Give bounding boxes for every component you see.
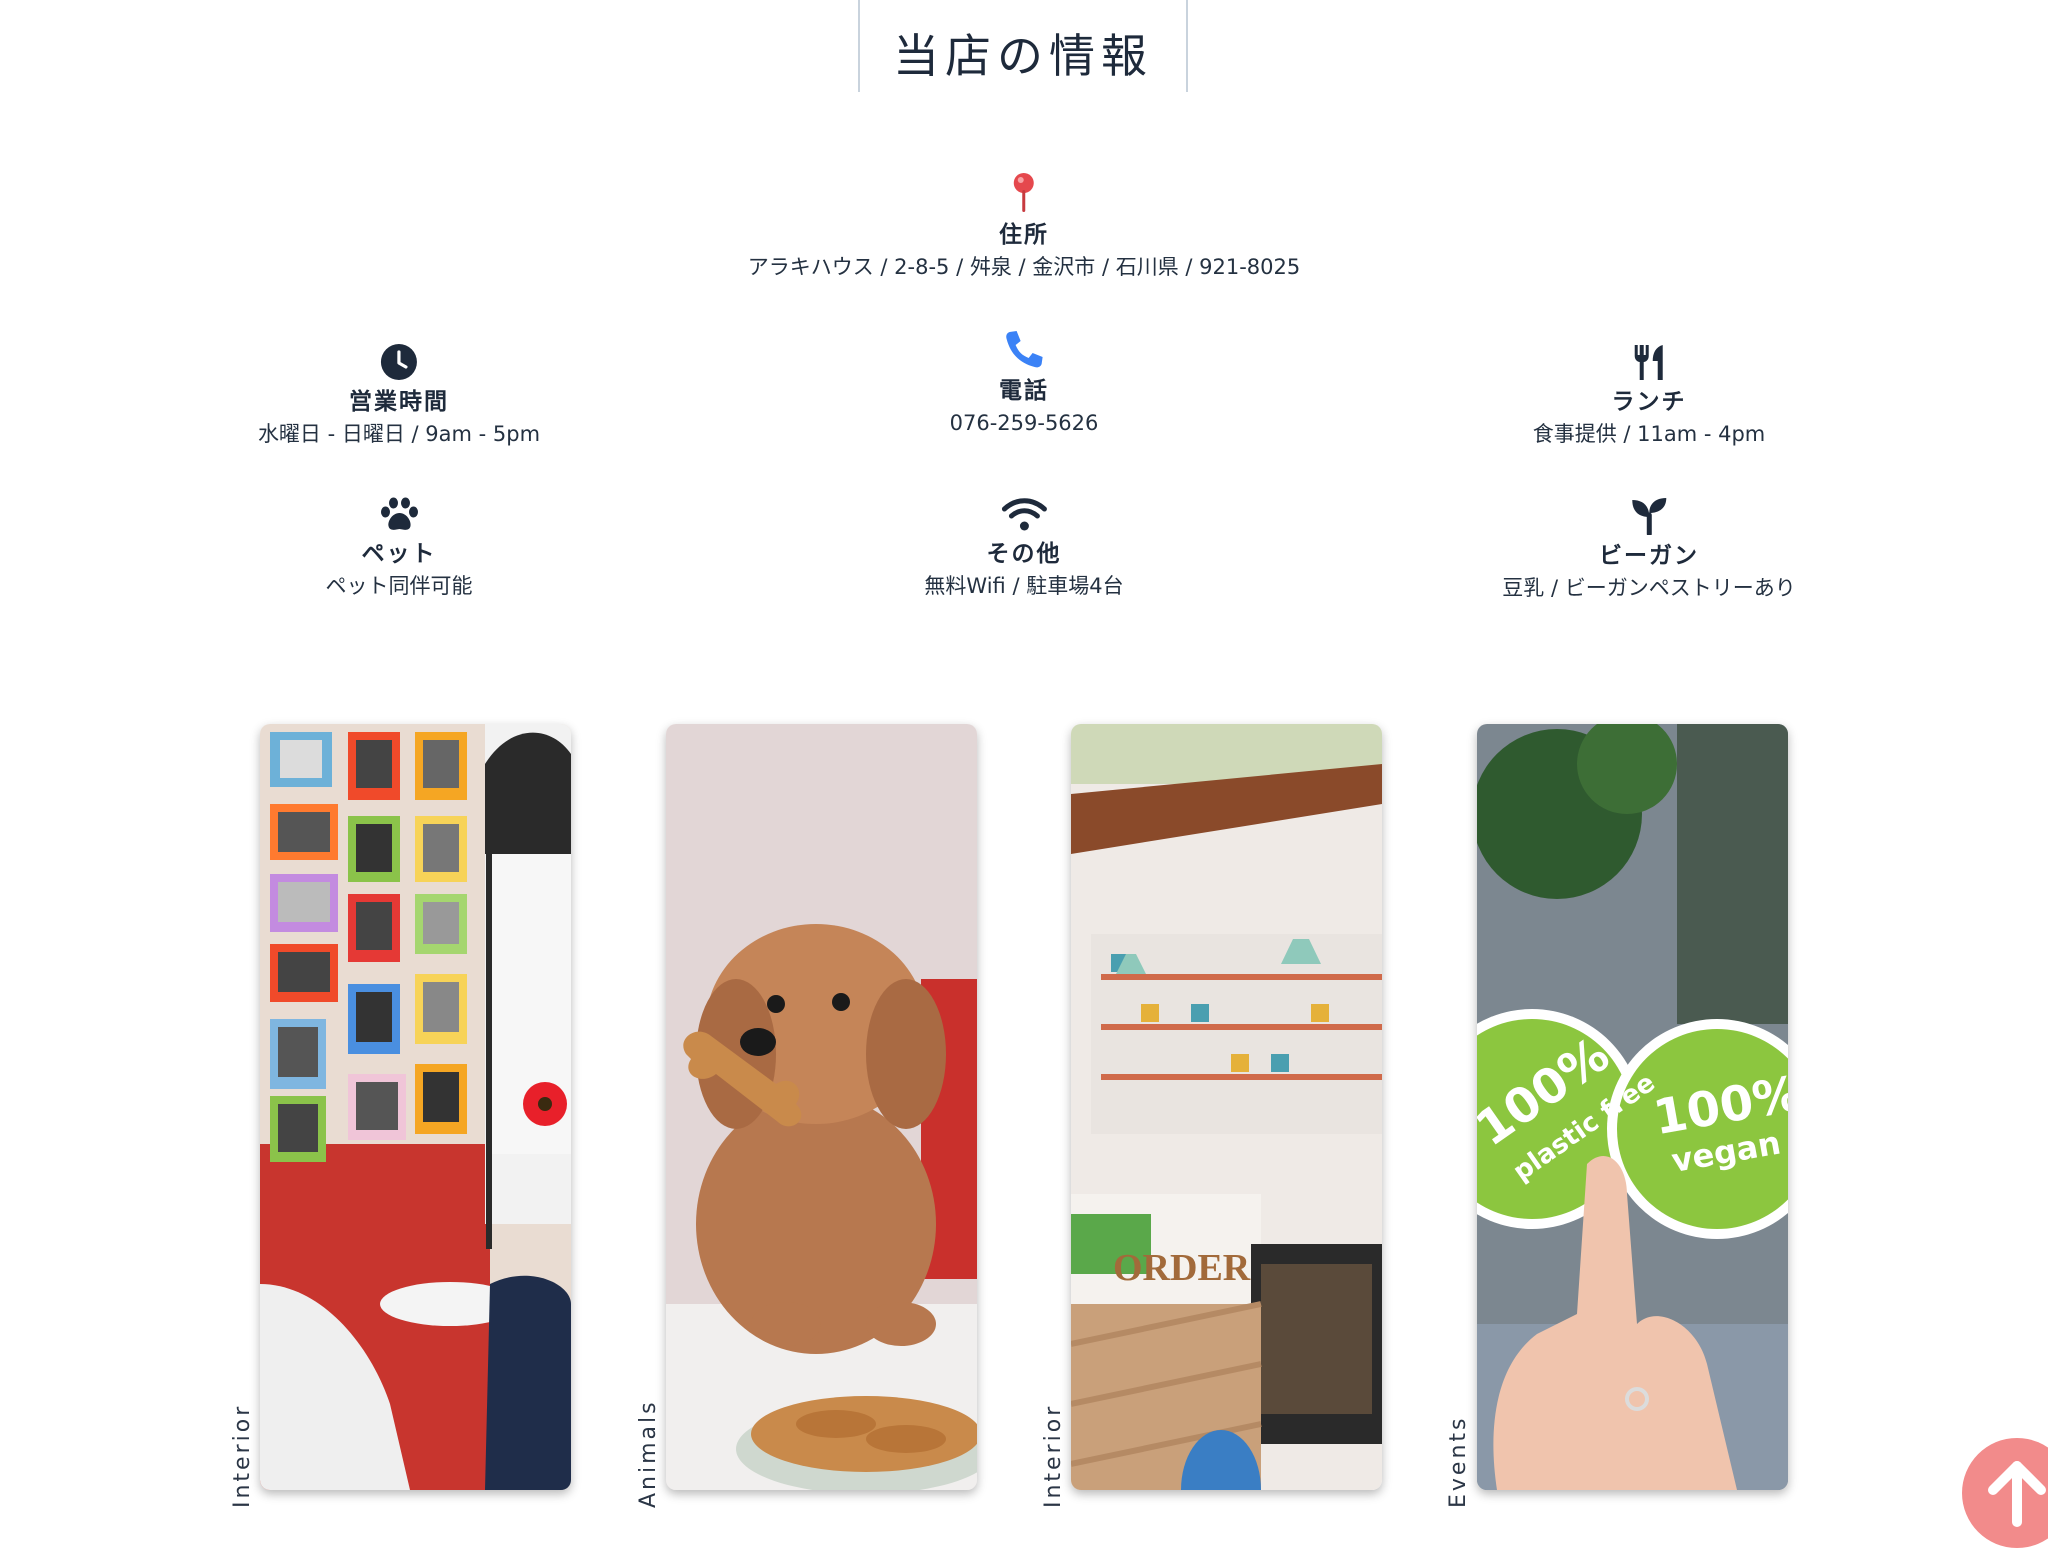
gallery-photo-interior-1[interactable]: [260, 724, 571, 1490]
vegan-value: 豆乳 / ビーガンペストリーあり: [1502, 576, 1796, 600]
lunch-label: ランチ: [1611, 389, 1687, 415]
photo-wall-image: [260, 724, 571, 1490]
hours-value: 水曜日 - 日曜日 / 9am - 5pm: [257, 422, 541, 446]
gallery-label: Animals: [636, 1399, 661, 1508]
gallery-label: Interior: [230, 1403, 255, 1508]
dog-with-biscuit-image: [666, 724, 977, 1490]
map-pin-icon: [1013, 173, 1034, 212]
info-address: 住所 アラキハウス / 2-8-5 / 舛泉 / 金沢市 / 石川県 / 921…: [748, 172, 1300, 284]
info-vegan: ビーガン 豆乳 / ビーガンペストリーあり: [1502, 497, 1796, 605]
section-title-box: 当店の情報: [858, 0, 1188, 92]
hours-label: 営業時間: [349, 389, 449, 415]
address-value: アラキハウス / 2-8-5 / 舛泉 / 金沢市 / 石川県 / 921-80…: [747, 255, 1301, 279]
back-to-top-button[interactable]: [1962, 1438, 2048, 1548]
vegan-label: ビーガン: [1599, 543, 1699, 569]
paw-icon: [380, 497, 418, 530]
order-counter-image: ORDER: [1071, 724, 1382, 1490]
gallery-photo-events[interactable]: 100% plastic free 100% vegan: [1477, 724, 1788, 1490]
info-lunch: ランチ 食事提供 / 11am - 4pm: [1532, 343, 1766, 451]
pets-value: ペット同伴可能: [325, 574, 473, 598]
order-sign-text: ORDER: [1113, 1247, 1251, 1289]
address-label: 住所: [998, 222, 1049, 248]
vegan-stickers-image: 100% plastic free 100% vegan: [1477, 724, 1788, 1490]
gallery-label: Events: [1446, 1415, 1471, 1509]
gallery-label: Interior: [1041, 1403, 1066, 1508]
info-phone[interactable]: 電話 076-259-5626: [950, 328, 1099, 440]
gallery-photo-animals[interactable]: [666, 724, 977, 1490]
info-other: その他 無料Wifi / 駐車場4台: [924, 497, 1124, 603]
wifi-icon: [1001, 498, 1047, 531]
other-label: その他: [986, 541, 1062, 567]
section-title: 当店の情報: [893, 29, 1153, 83]
info-hours: 営業時間 水曜日 - 日曜日 / 9am - 5pm: [258, 343, 540, 451]
store-info-page: 当店の情報 住所 アラキハウス / 2-8-5 / 舛泉 / 金沢市 / 石川県…: [0, 0, 2048, 1550]
utensils-icon: [1635, 345, 1663, 380]
pets-label: ペット: [361, 541, 437, 567]
info-pets: ペット ペット同伴可能: [326, 497, 473, 603]
phone-label: 電話: [998, 378, 1049, 404]
seedling-icon: [1632, 498, 1666, 535]
clock-icon: [381, 344, 417, 380]
phone-icon: [1006, 331, 1043, 368]
gallery-photo-interior-2[interactable]: ORDER: [1071, 724, 1382, 1490]
arrow-up-icon: [1988, 1461, 2046, 1527]
other-value: 無料Wifi / 駐車場4台: [924, 574, 1124, 598]
phone-value[interactable]: 076-259-5626: [950, 406, 1099, 440]
lunch-value: 食事提供 / 11am - 4pm: [1532, 422, 1766, 446]
